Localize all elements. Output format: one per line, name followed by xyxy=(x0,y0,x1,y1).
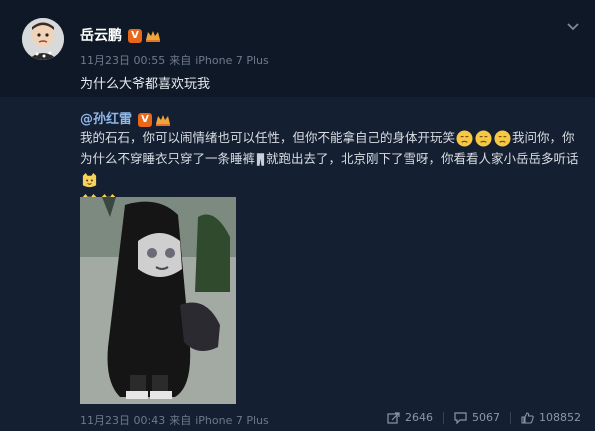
post-author[interactable]: 岳云鹏 V xyxy=(80,25,161,45)
retweet-author[interactable]: @孙红雷 V xyxy=(80,108,171,127)
post-text: 为什么大爷都喜欢玩我 xyxy=(80,77,211,92)
retweet-meta: 11月23日 00:43 来自 iPhone 7 Plus xyxy=(80,412,273,428)
sad-face-emoji-icon xyxy=(494,130,511,147)
action-bar: 2646 5067 108852 xyxy=(377,411,581,424)
like-button[interactable]: 108852 xyxy=(521,411,581,424)
retweet-text-part3: 就跑出去了，北京刚下了雪呀，你看看人家小岳岳多听话 xyxy=(266,151,579,166)
post-time[interactable]: 11月23日 00:55 xyxy=(80,54,165,67)
post-from-label: 来自 xyxy=(169,54,192,67)
sad-face-emoji-icon xyxy=(456,130,473,147)
thumbs-up-icon xyxy=(521,411,534,424)
comment-button[interactable]: 5067 xyxy=(454,411,500,424)
retweet-device[interactable]: iPhone 7 Plus xyxy=(195,414,269,427)
retweet-time[interactable]: 11月23日 00:43 xyxy=(80,414,165,427)
post-meta: 11月23日 00:55 来自 iPhone 7 Plus xyxy=(80,52,273,68)
post-author-name[interactable]: 岳云鹏 xyxy=(80,28,122,44)
like-count: 108852 xyxy=(539,411,581,424)
avatar[interactable] xyxy=(22,18,64,60)
retweet-from-label: 来自 xyxy=(169,414,192,427)
divider xyxy=(443,411,444,424)
retweet-text-part1: 我的石石，你可以闹情绪也可以任性，但你不能拿自己的身体开玩笑 xyxy=(80,130,456,145)
retweet-author-name[interactable]: @孙红雷 xyxy=(80,112,132,127)
share-icon xyxy=(387,411,400,424)
member-crown-icon xyxy=(156,114,171,126)
share-count: 2646 xyxy=(405,411,433,424)
retweet-photo[interactable] xyxy=(80,197,236,404)
chevron-down-icon[interactable] xyxy=(566,22,580,32)
comment-icon xyxy=(454,411,467,424)
verified-badge-icon: V xyxy=(138,112,153,127)
divider xyxy=(510,411,511,424)
pants-emoji-icon xyxy=(256,153,265,166)
share-button[interactable]: 2646 xyxy=(387,411,433,424)
comment-count: 5067 xyxy=(472,411,500,424)
post-device[interactable]: iPhone 7 Plus xyxy=(195,54,269,67)
sad-face-emoji-icon xyxy=(475,130,492,147)
verified-badge-icon: V xyxy=(128,29,142,43)
member-crown-icon xyxy=(146,31,160,42)
cat-face-emoji-icon xyxy=(82,172,97,188)
